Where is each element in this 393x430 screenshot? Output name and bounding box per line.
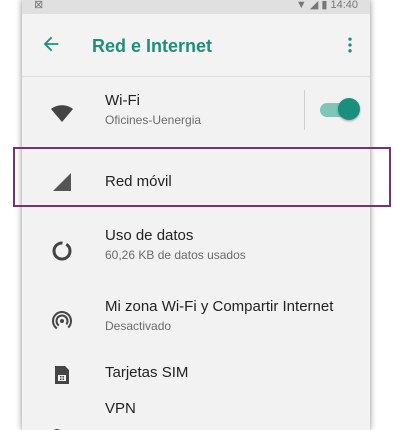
sim-card-icon (55, 366, 69, 384)
data-usage-title: Uso de datos (105, 227, 194, 244)
data-usage-icon (52, 241, 72, 261)
sim-cards-title: Tarjetas SIM (105, 364, 189, 381)
toggle-knob (338, 98, 360, 120)
data-usage-summary: 60,26 KB de datos usados (105, 248, 246, 262)
hotspot-item[interactable]: Mi zona Wi-Fi y Compartir Internet Desac… (22, 285, 370, 345)
hotspot-icon (52, 311, 72, 331)
vpn-title: VPN (105, 400, 136, 417)
wifi-icon (51, 105, 73, 122)
data-usage-item[interactable]: Uso de datos 60,26 KB de datos usados (22, 212, 370, 280)
vpn-key-icon (54, 429, 60, 430)
status-indicators: ▼ ◢ ▮ 14:40 (295, 0, 358, 11)
sim-cards-item[interactable]: Tarjetas SIM (22, 348, 370, 398)
wifi-toggle[interactable] (318, 97, 362, 121)
hotspot-status: Desactivado (105, 319, 172, 333)
page-title: Red e Internet (92, 36, 213, 56)
wifi-title: Wi-Fi (105, 92, 140, 109)
wifi-network-name: Oficines-Uenergia (105, 113, 202, 127)
wifi-divider (304, 90, 305, 130)
hotspot-title: Mi zona Wi-Fi y Compartir Internet (105, 298, 334, 315)
status-notification: ⊠ (34, 0, 44, 11)
highlight-box (13, 147, 391, 207)
vpn-item[interactable]: VPN (22, 400, 370, 430)
arrow-back-icon[interactable] (40, 33, 62, 55)
phone-screen: ⊠ ▼ ◢ ▮ 14:40 Red e Internet Wi-Fi Ofici… (22, 0, 370, 430)
status-bar: ⊠ ▼ ◢ ▮ 14:40 (22, 0, 370, 14)
more-vert-icon[interactable] (340, 34, 360, 56)
app-bar: Red e Internet (22, 14, 370, 77)
